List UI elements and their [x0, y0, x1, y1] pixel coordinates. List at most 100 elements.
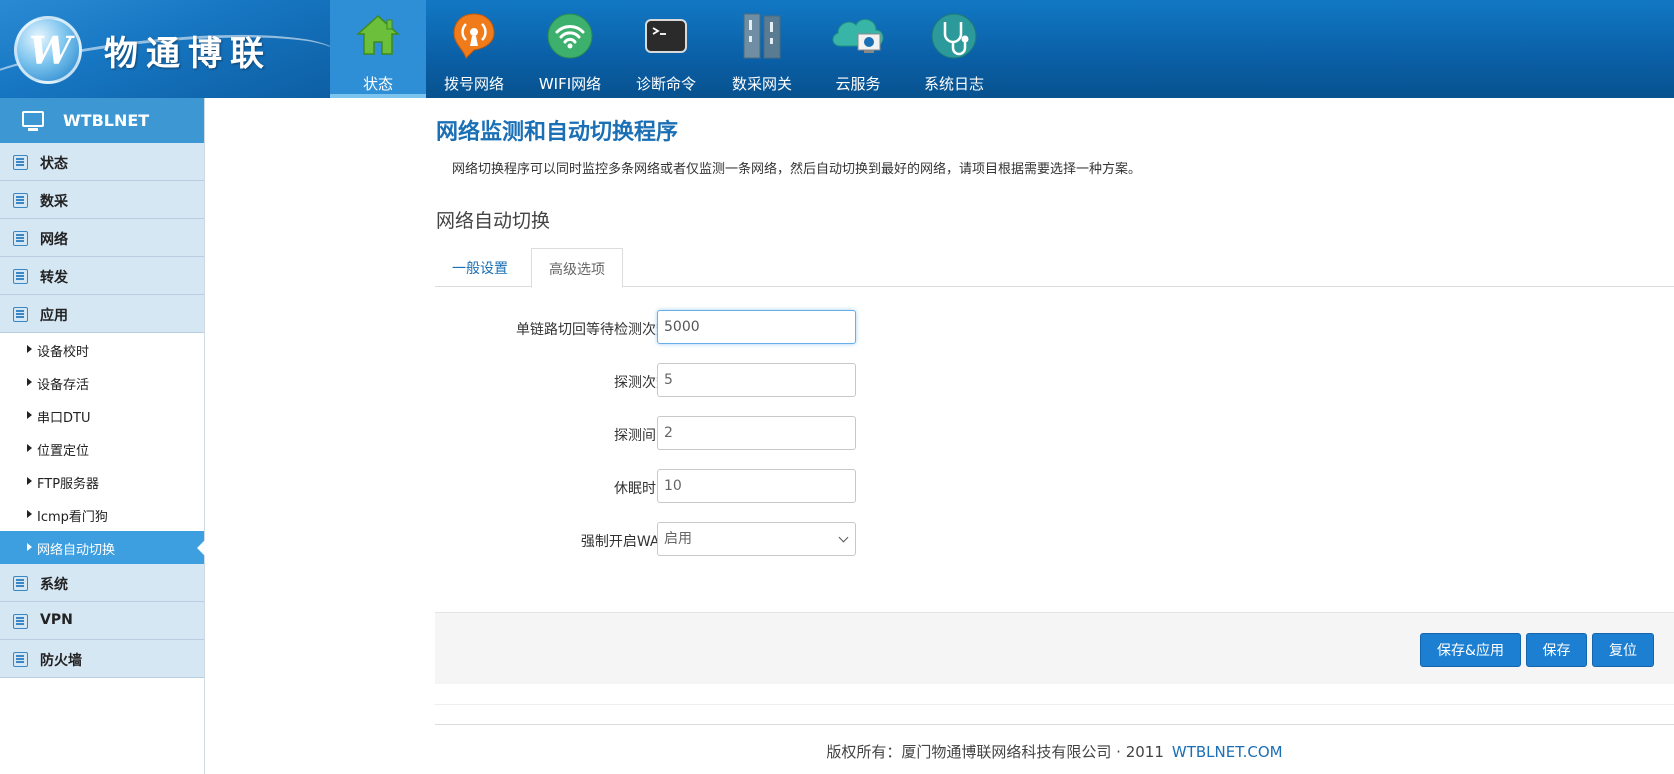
caret-right-icon [27, 543, 32, 551]
terminal-icon [645, 19, 687, 53]
sidebar-group-network[interactable]: 网络 [0, 219, 204, 257]
sidebar-item-label: FTP服务器 [37, 477, 100, 492]
nav-label: WIFI网络 [538, 75, 602, 93]
wifi-icon [547, 13, 593, 59]
list-icon [13, 231, 28, 246]
gateway-server-icon [743, 13, 781, 59]
nav-syslog[interactable]: 系统日志 [906, 0, 1002, 98]
caret-right-icon [27, 345, 32, 353]
sidebar-group-application[interactable]: 应用 [0, 295, 204, 333]
footer-copyright: 版权所有：厦门物通博联网络科技有限公司 · 2011 [826, 743, 1164, 761]
tab-advanced-options[interactable]: 高级选项 [531, 248, 623, 288]
save-button[interactable]: 保存 [1526, 633, 1587, 667]
caret-right-icon [27, 477, 32, 485]
sidebar-item-label: 设备存活 [37, 378, 90, 393]
caret-right-icon [27, 510, 32, 518]
sidebar-header: WTBLNET [0, 98, 204, 143]
sidebar-item-device-time-sync[interactable]: 设备校时 [0, 333, 204, 366]
divider [435, 704, 1674, 705]
stethoscope-icon [931, 13, 977, 59]
sidebar-group-label: 应用 [40, 308, 68, 324]
sidebar-group-status[interactable]: 状态 [0, 143, 204, 181]
nav-label: 系统日志 [923, 75, 984, 93]
nav-cloud[interactable]: 云服务 [810, 0, 906, 98]
sidebar-item-label: 串口DTU [37, 411, 91, 426]
force-enable-wan-select[interactable]: 启用 [657, 522, 856, 556]
nav-label: 拨号网络 [443, 75, 504, 93]
brand-logo[interactable]: W 物通博联 [0, 0, 330, 98]
caret-right-icon [27, 444, 32, 452]
sidebar-item-network-auto-switch[interactable]: 网络自动切换 [0, 531, 205, 564]
logo-mark: W [14, 16, 82, 84]
top-header: W 物通博联 状态 拨号网络 WIFI网络 诊断命令 数采网关 云服务 系统日志 [0, 0, 1674, 98]
tab-general-settings[interactable]: 一般设置 [435, 248, 525, 287]
sidebar-item-label: 网络自动切换 [37, 543, 116, 558]
cloud-icon [832, 18, 884, 53]
footer: 版权所有：厦门物通博联网络科技有限公司 · 2011 WTBLNET.COM [435, 741, 1674, 762]
list-icon [13, 269, 28, 284]
form-row: 探测间隔 [435, 416, 1335, 450]
monitor-icon [22, 111, 44, 131]
nav-label: 云服务 [835, 75, 881, 93]
list-icon [13, 652, 28, 667]
form-row: 探测次数 [435, 363, 1335, 397]
sidebar-group-firewall[interactable]: 防火墙 [0, 640, 204, 678]
list-icon [13, 576, 28, 591]
divider [435, 724, 1674, 725]
page-description: 网络切换程序可以同时监控多条网络或者仅监测一条网络，然后自动切换到最好的网络，请… [452, 162, 1142, 177]
page-title: 网络监测和自动切换程序 [436, 120, 679, 145]
nav-diagnostics[interactable]: 诊断命令 [618, 0, 714, 98]
reset-button[interactable]: 复位 [1592, 633, 1654, 667]
field-label: 单链路切回等待检测次数 [516, 322, 670, 338]
section-title: 网络自动切换 [436, 210, 551, 232]
home-icon [356, 14, 400, 55]
nav-gateway[interactable]: 数采网关 [714, 0, 810, 98]
sidebar-group-collection[interactable]: 数采 [0, 181, 204, 219]
sidebar-group-label: 系统 [40, 577, 68, 593]
probe-count-input[interactable] [657, 363, 856, 397]
sidebar-item-label: 位置定位 [37, 444, 90, 459]
single-link-return-check-count-input[interactable] [657, 310, 856, 344]
sidebar-item-icmp-watchdog[interactable]: Icmp看门狗 [0, 498, 204, 531]
caret-right-icon [27, 411, 32, 419]
sidebar-item-label: Icmp看门狗 [37, 510, 108, 525]
main-content: 网络监测和自动切换程序 网络切换程序可以同时监控多条网络或者仅监测一条网络，然后… [435, 98, 1674, 774]
sidebar: WTBLNET 状态 数采 网络 转发 应用 设备校时 设备存活 串口DTU 位… [0, 98, 205, 774]
sidebar-group-label: VPN [40, 612, 73, 628]
sidebar-header-label: WTBLNET [63, 111, 150, 130]
top-navigation: 状态 拨号网络 WIFI网络 诊断命令 数采网关 云服务 系统日志 [330, 0, 1002, 98]
sidebar-group-label: 防火墙 [40, 653, 82, 669]
nav-wifi[interactable]: WIFI网络 [522, 0, 618, 98]
sidebar-item-positioning[interactable]: 位置定位 [0, 432, 204, 465]
logo-text: 物通博联 [104, 34, 272, 74]
sidebar-item-serial-dtu[interactable]: 串口DTU [0, 399, 204, 432]
save-apply-button[interactable]: 保存&应用 [1420, 633, 1521, 667]
dialup-antenna-icon [453, 13, 495, 59]
list-icon [13, 614, 28, 629]
form-row: 休眠时间 [435, 469, 1335, 503]
action-bar: 保存&应用 保存 复位 [435, 612, 1674, 684]
list-icon [13, 307, 28, 322]
nav-label: 诊断命令 [635, 75, 696, 93]
sidebar-group-label: 状态 [40, 156, 68, 172]
sidebar-item-device-keepalive[interactable]: 设备存活 [0, 366, 204, 399]
sidebar-group-forwarding[interactable]: 转发 [0, 257, 204, 295]
sidebar-group-system[interactable]: 系统 [0, 564, 204, 602]
footer-link[interactable]: WTBLNET.COM [1172, 743, 1283, 761]
sidebar-item-ftp-server[interactable]: FTP服务器 [0, 465, 204, 498]
list-icon [13, 193, 28, 208]
form-row: 单链路切回等待检测次数 [435, 310, 1335, 344]
nav-status[interactable]: 状态 [330, 0, 426, 98]
nav-label: 数采网关 [731, 75, 792, 93]
probe-interval-input[interactable] [657, 416, 856, 450]
sidebar-group-vpn[interactable]: VPN [0, 602, 204, 640]
sleep-time-input[interactable] [657, 469, 856, 503]
nav-dialup[interactable]: 拨号网络 [426, 0, 522, 98]
sidebar-group-label: 数采 [40, 194, 68, 210]
tab-bar: 一般设置 高级选项 [435, 248, 1674, 288]
list-icon [13, 155, 28, 170]
sidebar-item-label: 设备校时 [37, 345, 90, 360]
nav-label: 状态 [362, 75, 393, 93]
sidebar-group-label: 转发 [40, 270, 68, 286]
sidebar-group-label: 网络 [40, 232, 68, 248]
